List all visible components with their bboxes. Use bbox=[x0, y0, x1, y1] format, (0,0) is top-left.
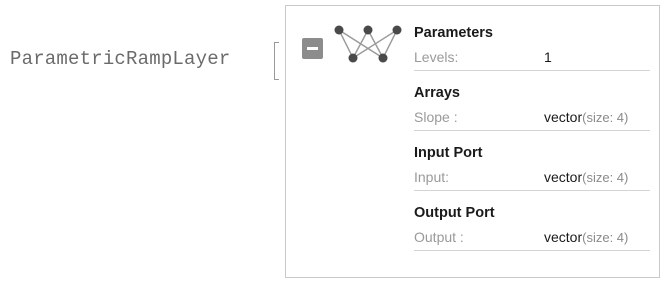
section-input-port: Input Port Input: vector(size: 4) bbox=[414, 143, 650, 191]
section-title: Parameters bbox=[414, 25, 493, 41]
array-row-slope: Slope : vector(size: 4) bbox=[414, 104, 650, 131]
param-value: 1 bbox=[544, 49, 552, 65]
open-bracket bbox=[274, 42, 279, 80]
minus-icon[interactable] bbox=[302, 38, 323, 59]
neural-net-graph-icon bbox=[334, 25, 402, 63]
section-title: Arrays bbox=[414, 85, 460, 101]
array-value: vector(size: 4) bbox=[544, 109, 629, 125]
port-row-input: Input: vector(size: 4) bbox=[414, 164, 650, 191]
port-value: vector(size: 4) bbox=[544, 169, 629, 185]
section-title: Output Port bbox=[414, 205, 495, 221]
port-key: Input: bbox=[414, 169, 450, 185]
section-parameters: Parameters Levels: 1 bbox=[414, 23, 650, 71]
port-value: vector(size: 4) bbox=[544, 229, 629, 245]
port-key: Output : bbox=[414, 229, 464, 245]
param-key: Levels: bbox=[414, 49, 459, 65]
section-title: Input Port bbox=[414, 145, 483, 161]
port-size-hint: (size: 4) bbox=[582, 230, 629, 245]
array-key: Slope : bbox=[414, 109, 458, 125]
expression-head: ParametricRampLayer bbox=[10, 48, 231, 70]
param-row-levels: Levels: 1 bbox=[414, 44, 650, 71]
section-arrays: Arrays Slope : vector(size: 4) bbox=[414, 83, 650, 131]
port-size-hint: (size: 4) bbox=[582, 170, 629, 185]
port-row-output: Output : vector(size: 4) bbox=[414, 224, 650, 251]
layer-sections: Parameters Levels: 1 Arrays Slope : vect… bbox=[414, 23, 650, 263]
section-output-port: Output Port Output : vector(size: 4) bbox=[414, 203, 650, 251]
array-size-hint: (size: 4) bbox=[582, 110, 629, 125]
